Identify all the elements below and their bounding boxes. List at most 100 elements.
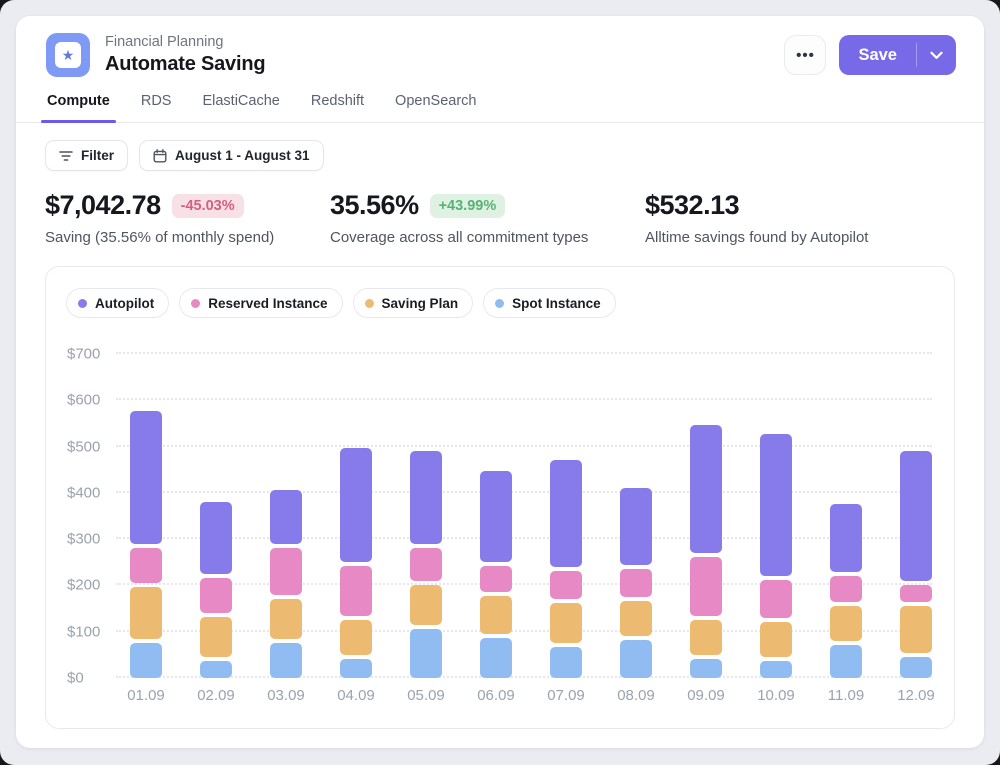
legend-item-autopilot[interactable]: Autopilot xyxy=(66,288,169,318)
tab-rds[interactable]: RDS xyxy=(140,91,173,122)
bar-segment-spot-instance[interactable] xyxy=(620,640,652,678)
kpi-saving-value: $7,042.78 xyxy=(45,190,161,221)
bar-segment-autopilot[interactable] xyxy=(760,434,792,576)
bar-segment-reserved-instance[interactable] xyxy=(900,585,932,602)
bar-segment-autopilot[interactable] xyxy=(410,451,442,544)
bar-segment-autopilot[interactable] xyxy=(550,460,582,567)
chart-card: Autopilot Reserved Instance Saving Plan Spo… xyxy=(45,266,955,729)
bar-segment-spot-instance[interactable] xyxy=(270,643,302,678)
bar-segment-spot-instance[interactable] xyxy=(550,647,582,678)
more-options-button[interactable]: ••• xyxy=(784,35,826,75)
bar-column-04.09 xyxy=(321,354,391,678)
main-content: Filter August 1 - August 31 $7,042.78 -4… xyxy=(16,123,984,748)
bar-segment-reserved-instance[interactable] xyxy=(760,580,792,618)
bar-column-03.09 xyxy=(251,354,321,678)
bar-column-06.09 xyxy=(461,354,531,678)
bar-segment-reserved-instance[interactable] xyxy=(410,548,442,581)
legend-label: Saving Plan xyxy=(382,296,459,311)
bar-segment-saving-plan[interactable] xyxy=(340,620,372,655)
filter-button[interactable]: Filter xyxy=(45,140,128,171)
bar-column-08.09 xyxy=(601,354,671,678)
bar-stack xyxy=(130,411,162,678)
bar-segment-reserved-instance[interactable] xyxy=(200,578,232,613)
plot-area: $0$100$200$300$400$500$600$700 xyxy=(66,354,934,678)
bar-segment-reserved-instance[interactable] xyxy=(830,576,862,602)
bar-segment-autopilot[interactable] xyxy=(200,502,232,574)
x-tick-label: 06.09 xyxy=(461,687,531,704)
bar-segment-saving-plan[interactable] xyxy=(270,599,302,639)
legend-label: Spot Instance xyxy=(512,296,601,311)
kpi-coverage-change-badge: +43.99% xyxy=(430,194,506,218)
date-range-button[interactable]: August 1 - August 31 xyxy=(139,140,324,171)
bar-segment-spot-instance[interactable] xyxy=(760,661,792,678)
bar-segment-saving-plan[interactable] xyxy=(480,596,512,634)
legend-item-reserved-instance[interactable]: Reserved Instance xyxy=(179,288,342,318)
legend-item-spot-instance[interactable]: Spot Instance xyxy=(483,288,616,318)
x-axis-labels: 01.0902.0903.0904.0905.0906.0907.0908.09… xyxy=(111,687,951,704)
bar-segment-reserved-instance[interactable] xyxy=(620,569,652,597)
bar-segment-autopilot[interactable] xyxy=(620,488,652,565)
bar-segment-autopilot[interactable] xyxy=(900,451,932,581)
bar-segment-autopilot[interactable] xyxy=(130,411,162,544)
bar-segment-saving-plan[interactable] xyxy=(130,587,162,639)
date-range-label: August 1 - August 31 xyxy=(175,148,310,163)
x-tick-label: 07.09 xyxy=(531,687,601,704)
filter-icon xyxy=(59,150,73,162)
bar-stack xyxy=(620,488,652,678)
bar-segment-autopilot[interactable] xyxy=(480,471,512,562)
y-tick-label: $600 xyxy=(67,392,107,409)
tab-compute[interactable]: Compute xyxy=(46,91,111,122)
filter-row: Filter August 1 - August 31 xyxy=(45,140,955,171)
bar-segment-autopilot[interactable] xyxy=(270,490,302,544)
bar-segment-autopilot[interactable] xyxy=(340,448,372,562)
tab-elasticache[interactable]: ElastiCache xyxy=(201,91,280,122)
kpi-alltime-savings-value: $532.13 xyxy=(645,190,739,221)
y-tick-label: $200 xyxy=(67,577,107,594)
bar-segment-autopilot[interactable] xyxy=(690,425,722,553)
bar-segment-spot-instance[interactable] xyxy=(900,657,932,678)
x-tick-label: 05.09 xyxy=(391,687,461,704)
save-split-button[interactable]: Save xyxy=(839,35,956,75)
bar-segment-saving-plan[interactable] xyxy=(410,585,442,625)
bars-row xyxy=(111,354,951,678)
tab-redshift[interactable]: Redshift xyxy=(310,91,365,122)
calendar-icon xyxy=(153,149,167,163)
bar-segment-spot-instance[interactable] xyxy=(130,643,162,678)
bar-segment-reserved-instance[interactable] xyxy=(340,566,372,615)
header: ★ Financial Planning Automate Saving •••… xyxy=(16,16,984,77)
bar-segment-reserved-instance[interactable] xyxy=(690,557,722,615)
tab-opensearch[interactable]: OpenSearch xyxy=(394,91,477,122)
save-dropdown-button[interactable] xyxy=(917,35,956,75)
legend-dot xyxy=(78,299,87,308)
legend-label: Autopilot xyxy=(95,296,154,311)
bar-segment-autopilot[interactable] xyxy=(830,504,862,572)
tab-bar: Compute RDS ElastiCache Redshift OpenSearch xyxy=(16,77,984,123)
bar-segment-reserved-instance[interactable] xyxy=(550,571,582,599)
bar-segment-spot-instance[interactable] xyxy=(200,661,232,678)
bar-segment-saving-plan[interactable] xyxy=(760,622,792,657)
bar-segment-spot-instance[interactable] xyxy=(690,659,722,678)
bar-stack xyxy=(340,448,372,678)
bar-segment-spot-instance[interactable] xyxy=(410,629,442,678)
bar-segment-saving-plan[interactable] xyxy=(620,601,652,636)
bar-stack xyxy=(900,451,932,678)
bar-segment-saving-plan[interactable] xyxy=(550,603,582,643)
bar-segment-spot-instance[interactable] xyxy=(340,659,372,678)
bar-segment-saving-plan[interactable] xyxy=(830,606,862,641)
bar-segment-spot-instance[interactable] xyxy=(830,645,862,678)
bar-segment-spot-instance[interactable] xyxy=(480,638,512,678)
bar-segment-reserved-instance[interactable] xyxy=(480,566,512,592)
page-background: ★ Financial Planning Automate Saving •••… xyxy=(0,0,1000,765)
y-tick-label: $0 xyxy=(67,670,107,687)
legend-item-saving-plan[interactable]: Saving Plan xyxy=(353,288,474,318)
bar-segment-reserved-instance[interactable] xyxy=(270,548,302,595)
save-button[interactable]: Save xyxy=(839,35,916,75)
x-tick-label: 03.09 xyxy=(251,687,321,704)
filter-button-label: Filter xyxy=(81,148,114,163)
kpi-saving-label: Saving (35.56% of monthly spend) xyxy=(45,229,330,246)
bar-segment-reserved-instance[interactable] xyxy=(130,548,162,583)
bar-segment-saving-plan[interactable] xyxy=(200,617,232,657)
bar-segment-saving-plan[interactable] xyxy=(690,620,722,655)
bar-segment-saving-plan[interactable] xyxy=(900,606,932,653)
bar-stack xyxy=(760,434,792,678)
